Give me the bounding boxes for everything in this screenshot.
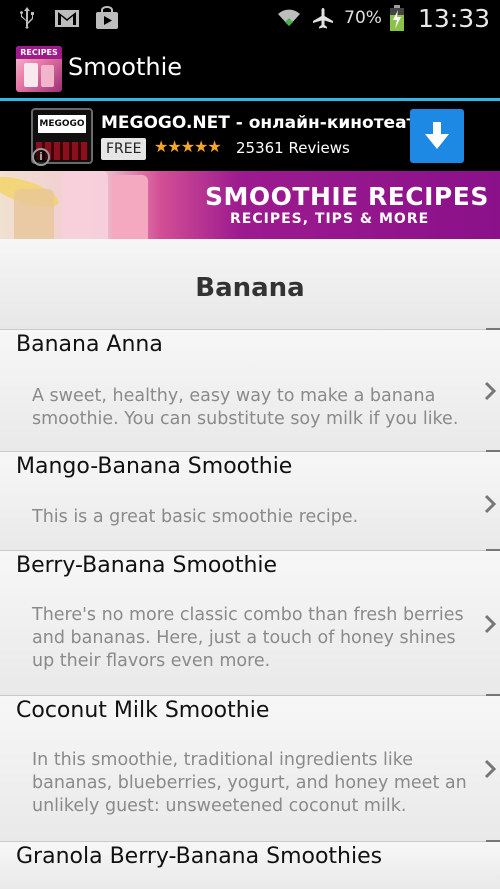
recipe-row[interactable]: Berry-Banana Smoothie There's no more cl…: [0, 550, 500, 695]
recipe-row[interactable]: Mango-Banana Smoothie This is a great ba…: [0, 451, 500, 550]
gmail-icon: [55, 10, 79, 27]
app-icon[interactable]: RECIPES: [16, 46, 62, 92]
app-icon-glass: [41, 65, 54, 87]
recipe-name: Mango-Banana Smoothie: [16, 454, 293, 479]
recipe-list: Banana Banana Anna A sweet, healthy, eas…: [0, 239, 500, 889]
battery-charging-icon: [389, 5, 404, 31]
wifi-icon: [278, 9, 301, 26]
clock: 13:33: [417, 3, 490, 33]
chevron-right-icon: [484, 381, 497, 401]
chevron-right-icon: [484, 759, 497, 779]
chevron-right-icon: [484, 494, 497, 514]
recipe-description: In this smoothie, traditional ingredient…: [32, 750, 467, 816]
action-bar: RECIPES Smoothie: [0, 36, 500, 100]
usb-icon: [20, 7, 34, 29]
ad-info-icon[interactable]: i: [32, 148, 50, 166]
promo-glass-image: [14, 189, 54, 239]
promo-glass-image: [112, 175, 148, 239]
recipe-name: Banana Anna: [16, 332, 163, 357]
play-store-icon: [96, 6, 118, 29]
ad-price-badge: FREE: [101, 138, 147, 160]
promo-glass-image: [62, 171, 108, 239]
status-bar: 70% 13:33: [0, 0, 500, 36]
app-icon-tag: RECIPES: [16, 46, 62, 59]
ad-reviews-count: 25361 Reviews: [236, 139, 350, 157]
download-arrow-icon: [425, 122, 449, 149]
row-edge-divider: [486, 450, 500, 452]
promo-title: SMOOTHIE RECIPES: [205, 182, 489, 211]
airplane-icon: [313, 8, 334, 29]
section-title: Banana: [195, 273, 305, 303]
ad-banner[interactable]: MEGOGO i MEGOGO.NET - онлайн-кинотеатр F…: [0, 101, 500, 171]
row-edge-divider: [486, 549, 500, 551]
recipe-description: A sweet, healthy, easy way to make a ban…: [32, 386, 459, 429]
recipe-row[interactable]: Coconut Milk Smoothie In this smoothie, …: [0, 695, 500, 841]
app-icon-glass: [24, 63, 38, 87]
recipe-name: Coconut Milk Smoothie: [16, 698, 270, 723]
recipe-name: Berry-Banana Smoothie: [16, 553, 278, 578]
row-edge-divider: [486, 328, 500, 330]
recipe-description: There's no more classic combo than fresh…: [32, 605, 464, 671]
ad-download-button[interactable]: [410, 109, 464, 163]
battery-percent: 70%: [344, 8, 382, 28]
promo-banner[interactable]: SMOOTHIE RECIPES RECIPES, TIPS & MORE: [0, 171, 500, 239]
recipe-name: Granola Berry-Banana Smoothies: [16, 844, 383, 869]
chevron-right-icon: [484, 614, 497, 634]
ad-title[interactable]: MEGOGO.NET - онлайн-кинотеатр: [101, 113, 429, 133]
row-edge-divider: [486, 840, 500, 842]
recipe-row[interactable]: Banana Anna A sweet, healthy, easy way t…: [0, 329, 500, 451]
ad-logo-text: MEGOGO: [38, 115, 86, 133]
row-edge-divider: [486, 694, 500, 696]
recipe-row[interactable]: Granola Berry-Banana Smoothies: [0, 841, 500, 889]
recipe-description: This is a great basic smoothie recipe.: [32, 507, 359, 527]
ad-rating-stars: ★★★★★: [154, 137, 222, 156]
promo-subtitle: RECIPES, TIPS & MORE: [230, 211, 430, 227]
app-title: Smoothie: [68, 53, 183, 81]
section-header: Banana: [0, 239, 500, 329]
